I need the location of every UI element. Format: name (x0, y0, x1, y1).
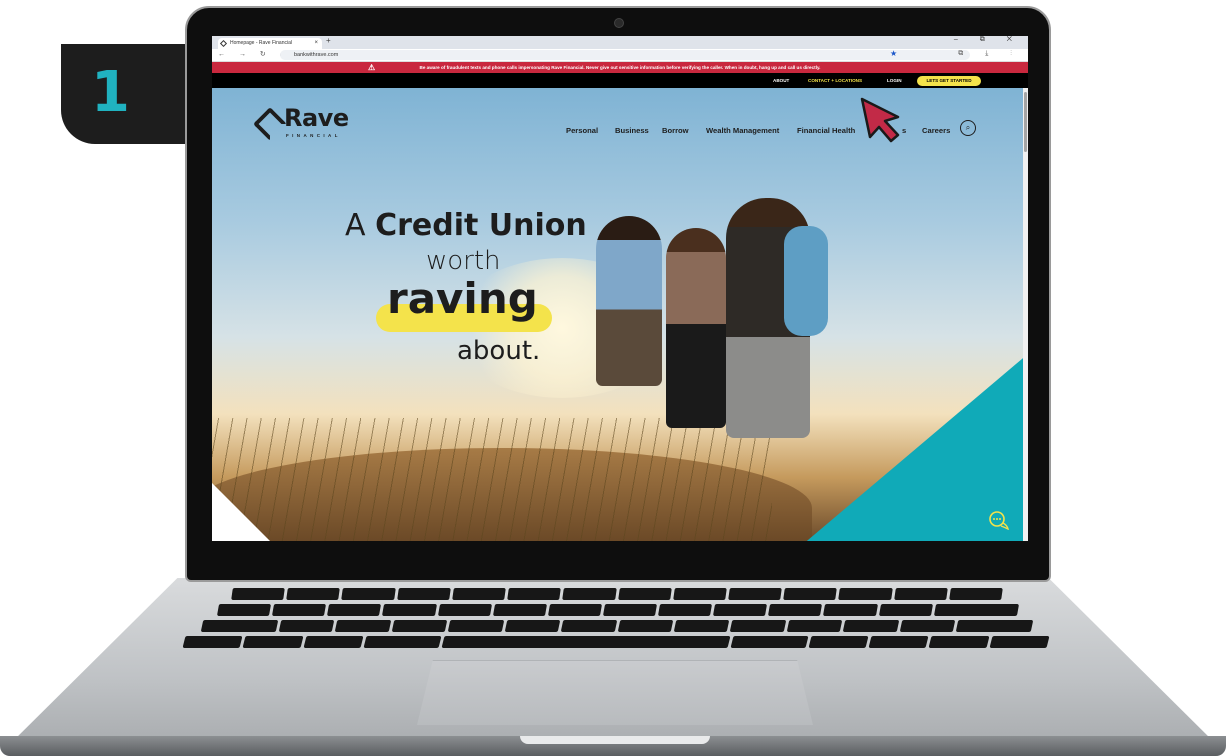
nav-careers[interactable]: Careers (922, 126, 950, 135)
backpack (784, 226, 828, 336)
trackpad (417, 660, 813, 725)
step-badge: 1 (61, 44, 201, 144)
pointer-cursor-icon (860, 97, 900, 143)
hero-headline-line1: A Credit Union (345, 208, 587, 243)
keyboard-row (231, 588, 1003, 600)
new-tab-button[interactable]: + (326, 36, 331, 45)
webcam-icon (614, 18, 624, 28)
step-number: 1 (91, 60, 130, 125)
nav-borrow[interactable]: Borrow (662, 126, 689, 135)
hiker-left (596, 216, 662, 386)
favicon-icon (219, 39, 228, 48)
search-icon[interactable]: ⌕ (960, 120, 976, 136)
logo-wordmark: Rave (284, 104, 349, 132)
url-field[interactable]: bankwithrave.com (280, 50, 970, 60)
lets-get-started-button[interactable]: LETS GET STARTED (917, 76, 981, 86)
nav-business[interactable]: Business (615, 126, 649, 135)
chat-icon[interactable] (988, 510, 1012, 531)
scrollbar-thumb[interactable] (1024, 92, 1027, 152)
utility-nav: ABOUT CONTACT + LOCATIONS LOGIN LETS GET… (212, 73, 1028, 89)
tab-title: Homepage - Rave Financial (230, 40, 292, 46)
keyboard-row (182, 636, 1050, 648)
close-tab-icon[interactable]: × (314, 38, 318, 49)
nav-about[interactable]: ABOUT (773, 73, 789, 89)
nav-wealth-management[interactable]: Wealth Management (706, 126, 779, 135)
hero-headline-line3: raving (387, 274, 538, 323)
address-bar-row: ← → ↻ ⌂ bankwithrave.com ★ ⧉ ⤓ ⋮ (212, 49, 1028, 62)
hero-headline-line2: worth (426, 246, 501, 276)
laptop-keyboard (170, 588, 1060, 652)
star-icon[interactable]: ★ (890, 49, 897, 58)
rave-logo-mark-icon (253, 107, 287, 141)
hiker-middle (666, 228, 726, 428)
alert-text: Be aware of fraudulent texts and phone c… (419, 65, 821, 70)
nav-financial-health[interactable]: Financial Health (797, 126, 855, 135)
nav-personal[interactable]: Personal (566, 126, 598, 135)
keyboard-row (216, 604, 1020, 616)
hero-section: Rave FINANCIAL Personal Business Borrow … (212, 88, 1028, 541)
browser-tab[interactable]: Homepage - Rave Financial × (218, 38, 322, 49)
keyboard-row (200, 620, 1034, 632)
warning-icon: ⚠ (368, 63, 376, 72)
grass-foreground (212, 418, 772, 541)
nav-login[interactable]: LOGIN (887, 73, 902, 89)
page-scrollbar[interactable] (1023, 88, 1028, 541)
laptop-lid-notch (520, 736, 710, 744)
hero-headline-line4: about. (457, 336, 541, 366)
browser-tab-bar: Homepage - Rave Financial × + – ⧉ ✕ (212, 36, 1028, 49)
nav-contact-locations[interactable]: CONTACT + LOCATIONS (808, 73, 862, 89)
logo-subtitle: FINANCIAL (286, 133, 341, 138)
fraud-alert-banner: ⚠ Be aware of fraudulent texts and phone… (212, 62, 1028, 73)
download-icon[interactable]: ⧉ ⤓ ⋮ (958, 50, 1022, 58)
window-controls[interactable]: – ⧉ ✕ (954, 36, 1022, 44)
